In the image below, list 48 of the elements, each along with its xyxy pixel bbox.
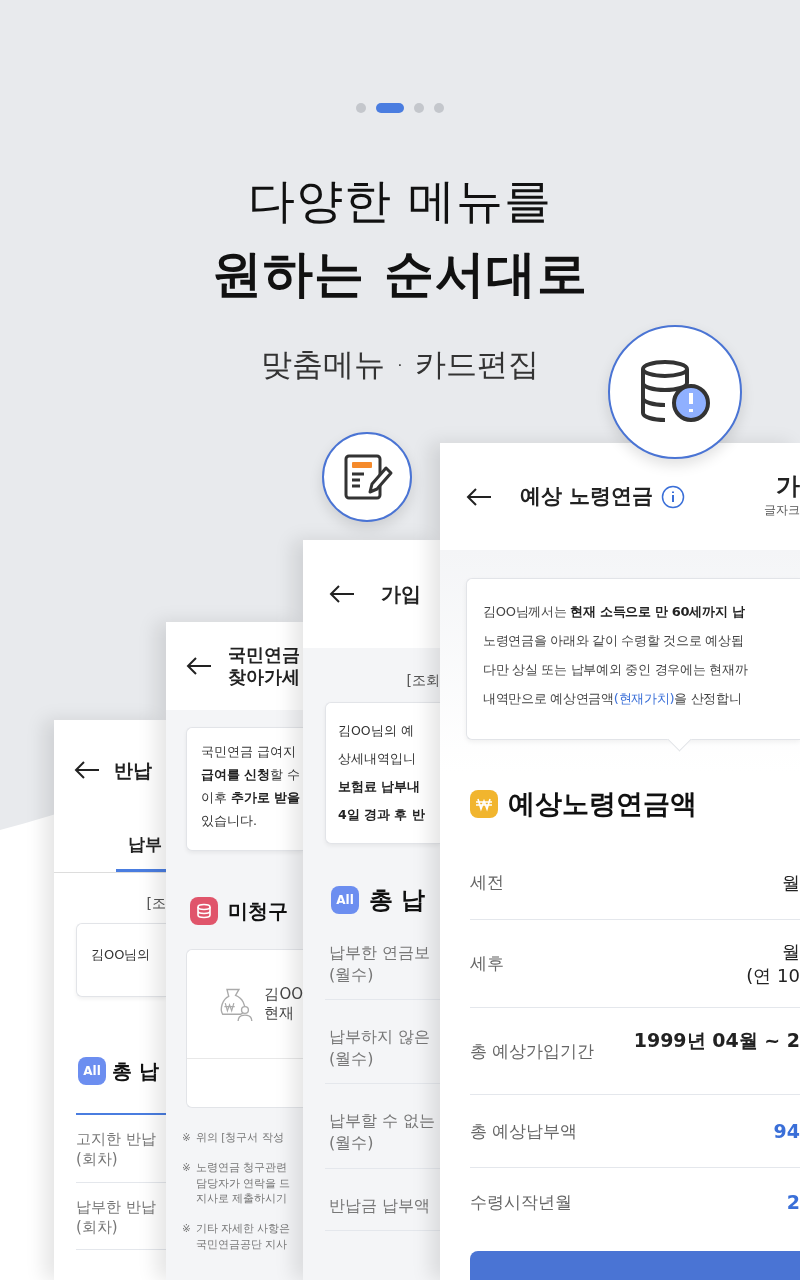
note-mark: ※ (182, 1221, 191, 1236)
page-dot[interactable] (434, 103, 444, 113)
notice-box: 김OO님의 (76, 923, 166, 997)
info-icon[interactable] (661, 484, 686, 509)
all-badge: All (78, 1057, 106, 1085)
row-label: 수령시작년월 (470, 1190, 572, 1214)
font-size-label: 글자크 (764, 502, 800, 519)
headline: 다양한 메뉴를 (248, 172, 552, 230)
row-label: 총 예상가입기간 (470, 1039, 595, 1063)
note-text: 기타 자세한 사항은 국민연금공단 지사 (195, 1221, 291, 1252)
row-value: 94 (773, 1118, 800, 1144)
query-date-note: [조회 (406, 672, 440, 690)
note-text: 위의 [청구서 작성 (195, 1130, 284, 1145)
notice-box: 김OO님의 예 상세내역입니 보험료 납부내 4일 경과 후 반 (325, 702, 440, 844)
coins-icon (190, 897, 218, 925)
note-mark: ※ (182, 1130, 191, 1145)
screen-title: 가입 (381, 582, 421, 606)
section-heading: 미청구 (228, 897, 288, 925)
back-arrow-icon[interactable] (466, 486, 492, 507)
row-value: 월 (연 10 (746, 940, 800, 987)
row-value: 월 (782, 870, 800, 895)
page-dot[interactable] (356, 103, 366, 113)
screen-title: 반납 (114, 758, 152, 782)
row-value: 2 (786, 1190, 800, 1215)
section-heading: 예상노령연금액 (508, 787, 697, 821)
screen-title: 예상 노령연금 (520, 483, 654, 510)
back-arrow-icon[interactable] (74, 760, 100, 780)
present-value-link[interactable]: (현재가치) (613, 691, 675, 706)
subtitle: 맞춤메뉴 · 카드편집 (261, 345, 539, 384)
font-size-glyph[interactable]: 가 (776, 474, 800, 498)
unclaimed-text: 김OO 현재 (264, 984, 303, 1024)
row-label: 세전 (470, 871, 504, 895)
all-badge: All (331, 886, 359, 914)
won-icon (470, 790, 498, 818)
back-arrow-icon[interactable] (329, 584, 355, 604)
notice-box: 국민연금 급여지 급여를 신청할 수 이후 추가로 받을 있습니다. (186, 727, 303, 851)
headline: 원하는 순서대로 (212, 244, 588, 305)
note-text: 노령연금 청구관련 담당자가 연락을 드 지사로 제출하시기 (195, 1159, 291, 1207)
section-heading: 총 납 (112, 1057, 159, 1085)
row-value: 1999년 04월 ~ 2 (633, 1027, 800, 1053)
back-arrow-icon[interactable] (186, 656, 212, 676)
row-label: 총 예상납부액 (470, 1119, 578, 1143)
screen-title: 국민연금 찾아가세 (228, 644, 300, 688)
note-mark: ※ (182, 1159, 191, 1175)
section-heading: 총 납 (369, 885, 426, 916)
page-dot[interactable] (414, 103, 424, 113)
query-date-note: [조 (146, 895, 166, 913)
row-label: 세후 (470, 952, 504, 975)
